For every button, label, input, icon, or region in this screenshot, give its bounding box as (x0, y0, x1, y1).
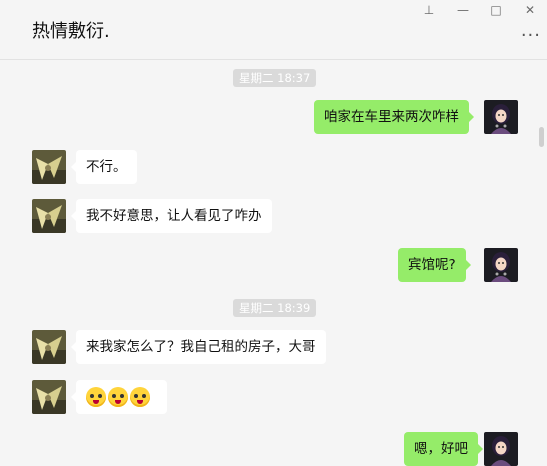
avatar[interactable] (484, 432, 518, 466)
scrollbar-thumb[interactable] (539, 127, 544, 147)
contact-avatar-image (32, 199, 66, 233)
timestamp: 星期二 18:39 (233, 299, 317, 317)
drooling-face-icon (108, 387, 128, 407)
contact-avatar-image (32, 380, 66, 414)
received-message[interactable]: 来我家怎么了？我自己租的房子，大哥 (71, 330, 326, 364)
avatar[interactable] (484, 248, 518, 282)
maximize-icon[interactable]: □ (489, 3, 503, 17)
received-message[interactable]: 不行。 (71, 150, 137, 184)
pin-icon[interactable]: ⊥ (422, 3, 436, 17)
timestamp: 星期二 18:37 (233, 69, 317, 87)
chat-header: 热情敷衍. ⊥ — □ ✕ ··· (0, 0, 547, 60)
more-options-icon[interactable]: ··· (521, 25, 541, 46)
sent-message[interactable]: 宾馆呢? (398, 248, 471, 282)
sent-message[interactable]: 嗯，好吧 (404, 432, 483, 466)
self-avatar-image (484, 100, 518, 134)
contact-avatar-image (32, 150, 66, 184)
minimize-icon[interactable]: — (456, 3, 470, 17)
avatar[interactable] (32, 150, 66, 184)
avatar[interactable] (32, 330, 66, 364)
self-avatar-image (484, 248, 518, 282)
avatar[interactable] (484, 100, 518, 134)
sent-message[interactable]: 咱家在车里来两次咋样 (314, 100, 474, 134)
drooling-face-icon (86, 387, 106, 407)
close-icon[interactable]: ✕ (523, 3, 537, 17)
message-list[interactable]: 星期二 18:37 咱家在车里来两次咋样 不行。 我不好意思，让人看见了咋办 宾… (0, 60, 547, 466)
avatar[interactable] (32, 380, 66, 414)
self-avatar-image (484, 432, 518, 466)
received-emoji-message[interactable] (71, 380, 167, 414)
drooling-face-icon (130, 387, 150, 407)
contact-avatar-image (32, 330, 66, 364)
contact-name: 热情敷衍. (32, 21, 110, 42)
avatar[interactable] (32, 199, 66, 233)
received-message[interactable]: 我不好意思，让人看见了咋办 (71, 199, 272, 233)
